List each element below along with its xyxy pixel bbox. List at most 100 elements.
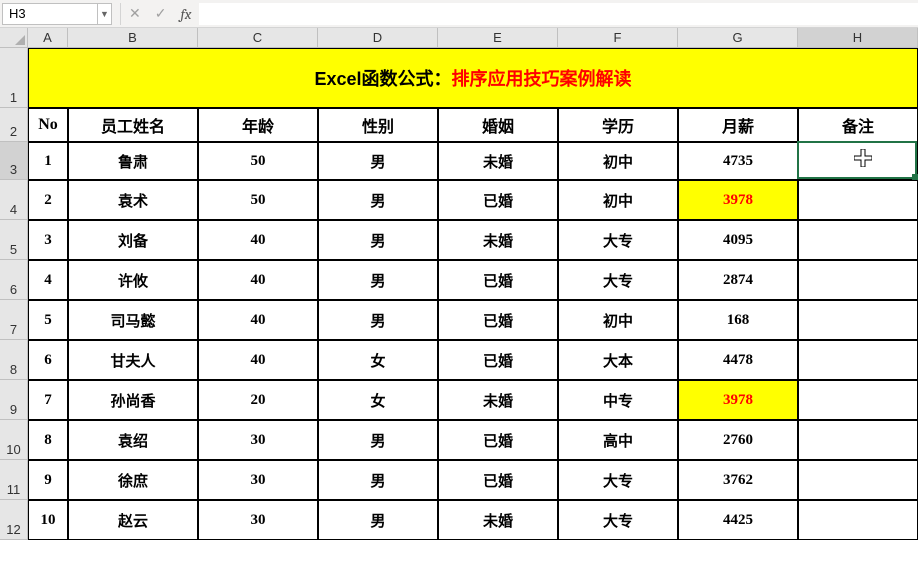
column-header-G[interactable]: G: [678, 28, 798, 48]
fx-icon[interactable]: fx: [180, 5, 191, 23]
cell-no-row9[interactable]: 9: [28, 460, 68, 500]
cell-age-row9[interactable]: 30: [198, 460, 318, 500]
cell-age-row8[interactable]: 30: [198, 420, 318, 460]
cell-gender-row1[interactable]: 男: [318, 142, 438, 180]
row-header-11[interactable]: 11: [0, 460, 28, 500]
cell-no-row4[interactable]: 4: [28, 260, 68, 300]
cell-name-row1[interactable]: 鲁肃: [68, 142, 198, 180]
cell-salary-row10[interactable]: 4425: [678, 500, 798, 540]
header-name[interactable]: 员工姓名: [68, 108, 198, 142]
cell-age-row7[interactable]: 20: [198, 380, 318, 420]
cell-no-row2[interactable]: 2: [28, 180, 68, 220]
cell-no-row5[interactable]: 5: [28, 300, 68, 340]
cell-name-row2[interactable]: 袁术: [68, 180, 198, 220]
cell-age-row10[interactable]: 30: [198, 500, 318, 540]
cell-marriage-row8[interactable]: 已婚: [438, 420, 558, 460]
cell-age-row5[interactable]: 40: [198, 300, 318, 340]
column-header-F[interactable]: F: [558, 28, 678, 48]
row-header-4[interactable]: 4: [0, 180, 28, 220]
select-all-corner[interactable]: [0, 28, 28, 48]
cell-gender-row2[interactable]: 男: [318, 180, 438, 220]
cell-edu-row10[interactable]: 大专: [558, 500, 678, 540]
column-header-A[interactable]: A: [28, 28, 68, 48]
column-header-D[interactable]: D: [318, 28, 438, 48]
cell-marriage-row7[interactable]: 未婚: [438, 380, 558, 420]
cell-note-row2[interactable]: [798, 180, 918, 220]
cell-note-row4[interactable]: [798, 260, 918, 300]
cell-gender-row9[interactable]: 男: [318, 460, 438, 500]
row-header-6[interactable]: 6: [0, 260, 28, 300]
cell-note-row8[interactable]: [798, 420, 918, 460]
cell-edu-row5[interactable]: 初中: [558, 300, 678, 340]
row-header-7[interactable]: 7: [0, 300, 28, 340]
row-header-1[interactable]: 1: [0, 48, 28, 108]
enter-icon[interactable]: ✓: [155, 5, 167, 22]
column-header-E[interactable]: E: [438, 28, 558, 48]
cell-edu-row7[interactable]: 中专: [558, 380, 678, 420]
cell-no-row7[interactable]: 7: [28, 380, 68, 420]
cell-note-row6[interactable]: [798, 340, 918, 380]
cell-no-row8[interactable]: 8: [28, 420, 68, 460]
cell-name-row4[interactable]: 许攸: [68, 260, 198, 300]
cell-salary-row7[interactable]: 3978: [678, 380, 798, 420]
cell-age-row3[interactable]: 40: [198, 220, 318, 260]
cell-gender-row7[interactable]: 女: [318, 380, 438, 420]
cell-note-row3[interactable]: [798, 220, 918, 260]
cell-edu-row8[interactable]: 高中: [558, 420, 678, 460]
cancel-icon[interactable]: ✕: [129, 5, 141, 22]
cell-salary-row4[interactable]: 2874: [678, 260, 798, 300]
cell-salary-row8[interactable]: 2760: [678, 420, 798, 460]
cell-name-row6[interactable]: 甘夫人: [68, 340, 198, 380]
formula-input[interactable]: [199, 3, 918, 25]
cell-edu-row2[interactable]: 初中: [558, 180, 678, 220]
row-header-9[interactable]: 9: [0, 380, 28, 420]
header-gender[interactable]: 性别: [318, 108, 438, 142]
cell-gender-row4[interactable]: 男: [318, 260, 438, 300]
cell-salary-row3[interactable]: 4095: [678, 220, 798, 260]
header-note[interactable]: 备注: [798, 108, 918, 142]
cell-note-row9[interactable]: [798, 460, 918, 500]
cell-note-row5[interactable]: [798, 300, 918, 340]
cell-age-row1[interactable]: 50: [198, 142, 318, 180]
cell-gender-row5[interactable]: 男: [318, 300, 438, 340]
header-edu[interactable]: 学历: [558, 108, 678, 142]
cell-no-row6[interactable]: 6: [28, 340, 68, 380]
cells-area[interactable]: Excel函数公式：排序应用技巧案例解读No员工姓名年龄性别婚姻学历月薪备注1鲁…: [28, 48, 918, 540]
cell-marriage-row5[interactable]: 已婚: [438, 300, 558, 340]
cell-edu-row6[interactable]: 大本: [558, 340, 678, 380]
cell-age-row6[interactable]: 40: [198, 340, 318, 380]
cell-marriage-row4[interactable]: 已婚: [438, 260, 558, 300]
cell-name-row8[interactable]: 袁绍: [68, 420, 198, 460]
row-header-5[interactable]: 5: [0, 220, 28, 260]
row-header-8[interactable]: 8: [0, 340, 28, 380]
row-header-12[interactable]: 12: [0, 500, 28, 540]
cell-name-row9[interactable]: 徐庶: [68, 460, 198, 500]
cell-marriage-row10[interactable]: 未婚: [438, 500, 558, 540]
header-marriage[interactable]: 婚姻: [438, 108, 558, 142]
cell-age-row2[interactable]: 50: [198, 180, 318, 220]
cell-edu-row9[interactable]: 大专: [558, 460, 678, 500]
cell-name-row5[interactable]: 司马懿: [68, 300, 198, 340]
cell-edu-row3[interactable]: 大专: [558, 220, 678, 260]
cell-marriage-row3[interactable]: 未婚: [438, 220, 558, 260]
cell-note-row10[interactable]: [798, 500, 918, 540]
name-box-dropdown-icon[interactable]: ▼: [97, 3, 111, 25]
header-age[interactable]: 年龄: [198, 108, 318, 142]
cell-salary-row9[interactable]: 3762: [678, 460, 798, 500]
cell-note-row1[interactable]: [798, 142, 918, 180]
cell-gender-row6[interactable]: 女: [318, 340, 438, 380]
cell-note-row7[interactable]: [798, 380, 918, 420]
cell-marriage-row9[interactable]: 已婚: [438, 460, 558, 500]
cell-gender-row10[interactable]: 男: [318, 500, 438, 540]
name-box[interactable]: H3 ▼: [2, 3, 112, 25]
column-header-C[interactable]: C: [198, 28, 318, 48]
cell-salary-row2[interactable]: 3978: [678, 180, 798, 220]
row-header-10[interactable]: 10: [0, 420, 28, 460]
cell-name-row7[interactable]: 孙尚香: [68, 380, 198, 420]
row-header-3[interactable]: 3: [0, 142, 28, 180]
cell-name-row3[interactable]: 刘备: [68, 220, 198, 260]
cell-no-row3[interactable]: 3: [28, 220, 68, 260]
row-header-2[interactable]: 2: [0, 108, 28, 142]
cell-edu-row1[interactable]: 初中: [558, 142, 678, 180]
header-no[interactable]: No: [28, 108, 68, 142]
